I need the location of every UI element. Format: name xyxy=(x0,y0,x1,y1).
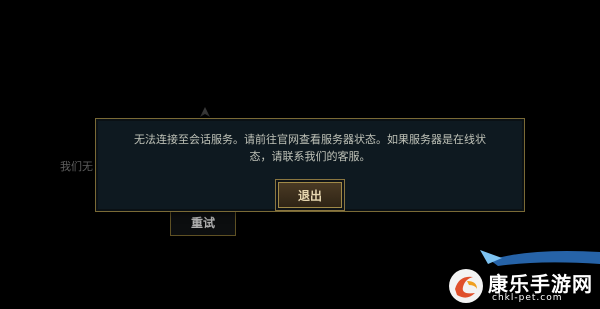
exit-button-frame: 退出 xyxy=(275,179,345,211)
background-text: 我们无 xyxy=(60,160,93,173)
game-screen: 我们无 重试 无法连接至会话服务。请前往官网查看服务器状态。如果服务器是在线状 … xyxy=(0,0,600,309)
dialog-message: 无法连接至会话服务。请前往官网查看服务器状态。如果服务器是在线状 态，请联系我们… xyxy=(116,131,504,165)
swirl-logo-icon xyxy=(449,269,483,303)
dialog-message-line2: 态，请联系我们的客服。 xyxy=(249,150,371,163)
retry-button[interactable]: 重试 xyxy=(170,209,236,236)
dialog-message-line1: 无法连接至会话服务。请前往官网查看服务器状态。如果服务器是在线状 xyxy=(134,133,486,146)
watermark: 康乐手游网 chkl-pet.com xyxy=(440,262,600,309)
exit-button[interactable]: 退出 xyxy=(278,182,342,208)
connection-error-dialog: 无法连接至会话服务。请前往官网查看服务器状态。如果服务器是在线状 态，请联系我们… xyxy=(95,118,525,212)
watermark-domain: chkl-pet.com xyxy=(492,293,563,303)
